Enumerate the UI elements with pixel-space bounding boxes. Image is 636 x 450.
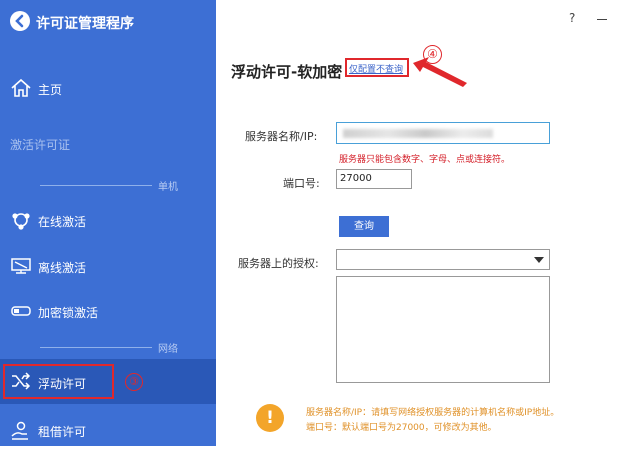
page-title: 浮动许可-软加密: [231, 63, 343, 81]
minimize-button[interactable]: [597, 19, 607, 20]
section-label: 网络: [158, 344, 178, 355]
sidebar-item-label: 加密锁激活: [38, 306, 99, 320]
sidebar-item-label: 在线激活: [38, 215, 87, 229]
licenses-select[interactable]: [336, 249, 550, 270]
sidebar-item-label: 离线激活: [38, 261, 87, 275]
section-label: 单机: [158, 182, 178, 193]
server-label: 服务器名称/IP:: [245, 130, 318, 143]
sidebar-item-borrow-license[interactable]: 租借许可: [0, 410, 216, 450]
app-title: 许可证管理程序: [36, 16, 134, 32]
sidebar-item-label: 主页: [38, 83, 63, 97]
help-button[interactable]: ?: [569, 11, 575, 25]
server-error-text: 服务器只能包含数字、字母、点或连接符。: [339, 155, 511, 165]
sidebar-item-label: 激活许可证: [10, 138, 71, 152]
tip-port: 端口号：默认端口号为27000，可修改为其他。: [306, 423, 497, 433]
home-icon: [11, 78, 31, 97]
sidebar-item-dongle-activation[interactable]: 加密锁激活: [0, 291, 216, 331]
annotation-marker-3: ③: [125, 373, 143, 391]
port-label: 端口号:: [283, 177, 320, 190]
sidebar-item-home[interactable]: 主页: [0, 68, 216, 108]
tip-server: 服务器名称/IP：请填写网络授权服务器的计算机名称或IP地址。: [306, 408, 560, 418]
section-divider-single: 单机: [40, 178, 200, 193]
sidebar-item-online-activation[interactable]: 在线激活: [0, 200, 216, 240]
sidebar-item-activate-license[interactable]: 激活许可证: [0, 123, 216, 163]
annotation-arrow-icon: [413, 57, 467, 87]
info-icon: !: [256, 404, 284, 432]
redacted-value: [343, 129, 493, 138]
section-divider-network: 网络: [40, 340, 200, 355]
query-button[interactable]: 查询: [339, 216, 389, 237]
sidebar-item-label: 租借许可: [38, 425, 87, 439]
licenses-label: 服务器上的授权:: [238, 257, 319, 270]
title-bar: 许可证管理程序: [0, 0, 216, 44]
monitor-icon: [11, 258, 31, 274]
network-nodes-icon: [12, 213, 30, 230]
annotation-box-4: [345, 58, 409, 77]
back-icon[interactable]: [10, 11, 30, 31]
server-input[interactable]: [336, 122, 550, 144]
annotation-box-3: [3, 364, 114, 399]
sidebar-item-offline-activation[interactable]: 离线激活: [0, 246, 216, 286]
licenses-list[interactable]: [336, 276, 550, 383]
port-input[interactable]: 27000: [336, 169, 412, 189]
borrow-hand-icon: [11, 421, 28, 440]
usb-dongle-icon: [11, 306, 31, 316]
chevron-down-icon: [534, 257, 544, 263]
